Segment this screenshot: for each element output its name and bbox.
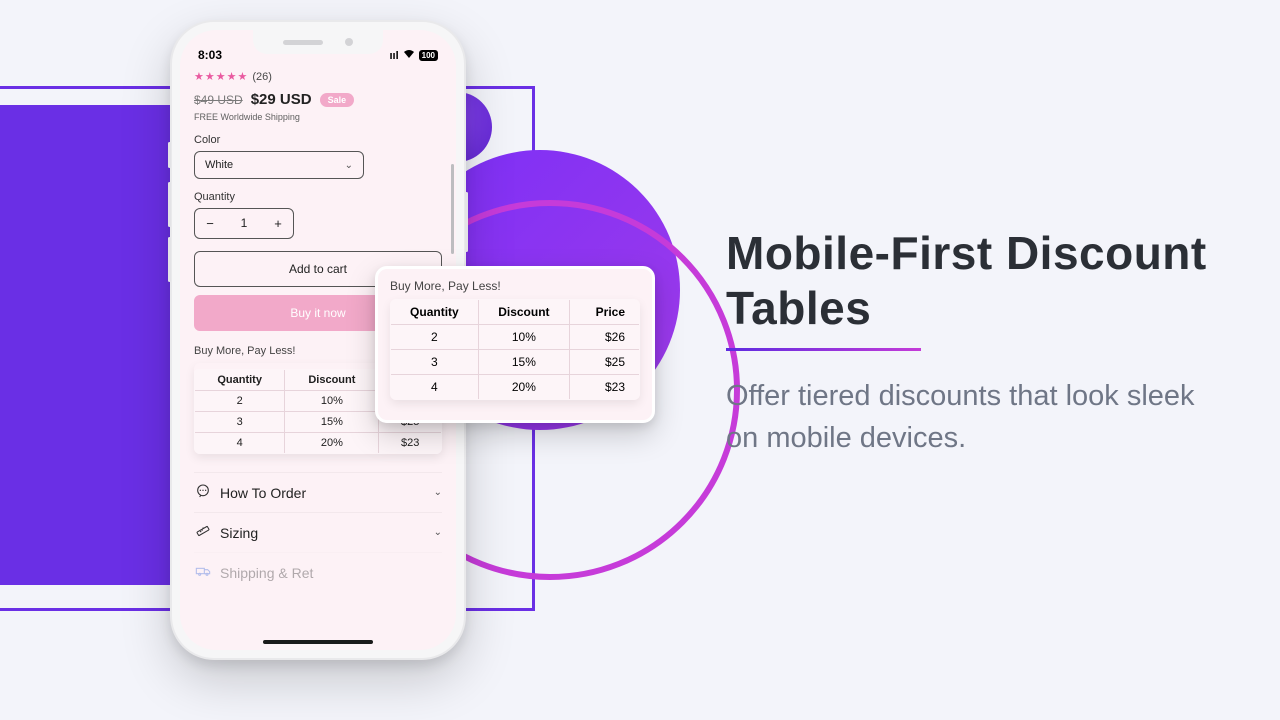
col-quantity: Quantity — [195, 370, 285, 391]
col-discount: Discount — [478, 300, 569, 325]
acc-label: Sizing — [220, 525, 258, 541]
col-quantity: Quantity — [391, 300, 479, 325]
table-row: 3 15% $25 — [391, 350, 640, 375]
phone-notch — [253, 30, 383, 54]
marketing-copy: Mobile-First Discount Tables Offer tiere… — [726, 226, 1220, 459]
phone-vol-up — [168, 182, 171, 227]
rating-row[interactable]: ★★★★★ (26) — [194, 70, 442, 83]
phone-power — [465, 192, 468, 252]
table-row: 2 10% $26 — [391, 325, 640, 350]
speaker-icon — [283, 40, 323, 45]
color-label: Color — [194, 134, 442, 146]
qty-value: 1 — [225, 209, 263, 238]
callout-discount-table: Quantity Discount Price 2 10% $26 3 15% … — [390, 299, 640, 400]
status-time: 8:03 — [198, 48, 222, 62]
old-price: $49 USD — [194, 93, 243, 107]
chevron-down-icon: ⌄ — [434, 527, 442, 538]
quantity-stepper: − 1 + — [194, 208, 294, 239]
accordion-how-to-order[interactable]: How To Order ⌄ — [194, 472, 442, 512]
col-discount: Discount — [285, 370, 379, 391]
home-indicator[interactable] — [263, 640, 373, 644]
phone-vol-down — [168, 237, 171, 282]
shipping-note: FREE Worldwide Shipping — [194, 112, 442, 122]
quantity-label: Quantity — [194, 191, 442, 203]
qty-decrement-button[interactable]: − — [195, 209, 225, 238]
color-value: White — [205, 159, 233, 171]
rating-count: (26) — [252, 71, 272, 83]
chat-icon — [194, 483, 212, 502]
camera-icon — [345, 38, 353, 46]
color-select[interactable]: White ⌄ — [194, 151, 364, 179]
table-row: 4 20% $23 — [195, 433, 442, 454]
price-row: $49 USD $29 USD Sale — [194, 91, 442, 108]
sale-badge: Sale — [320, 93, 355, 107]
headline-underline — [726, 348, 921, 351]
discount-callout: Buy More, Pay Less! Quantity Discount Pr… — [375, 266, 655, 423]
headline: Mobile-First Discount Tables — [726, 226, 1220, 336]
qty-increment-button[interactable]: + — [263, 209, 293, 238]
phone-mute-switch — [168, 142, 171, 168]
acc-label: Shipping & Ret — [220, 565, 313, 581]
scrollbar[interactable] — [451, 164, 454, 254]
truck-icon — [194, 563, 212, 582]
wifi-icon — [403, 49, 415, 62]
signal-icon: ııl — [389, 50, 398, 62]
stars-icon: ★★★★★ — [194, 70, 248, 83]
accordion: How To Order ⌄ Sizing ⌄ — [194, 472, 442, 592]
subline: Offer tiered discounts that look sleek o… — [726, 375, 1220, 459]
accordion-shipping[interactable]: Shipping & Ret — [194, 552, 442, 592]
chevron-down-icon: ⌄ — [434, 487, 442, 498]
accordion-sizing[interactable]: Sizing ⌄ — [194, 512, 442, 552]
callout-title: Buy More, Pay Less! — [390, 279, 640, 293]
ruler-icon — [194, 523, 212, 542]
chevron-down-icon: ⌄ — [345, 160, 353, 171]
battery-icon: 100 — [419, 50, 438, 62]
new-price: $29 USD — [251, 91, 312, 108]
table-header-row: Quantity Discount Price — [391, 300, 640, 325]
table-row: 4 20% $23 — [391, 375, 640, 400]
acc-label: How To Order — [220, 485, 306, 501]
col-price: Price — [570, 300, 640, 325]
